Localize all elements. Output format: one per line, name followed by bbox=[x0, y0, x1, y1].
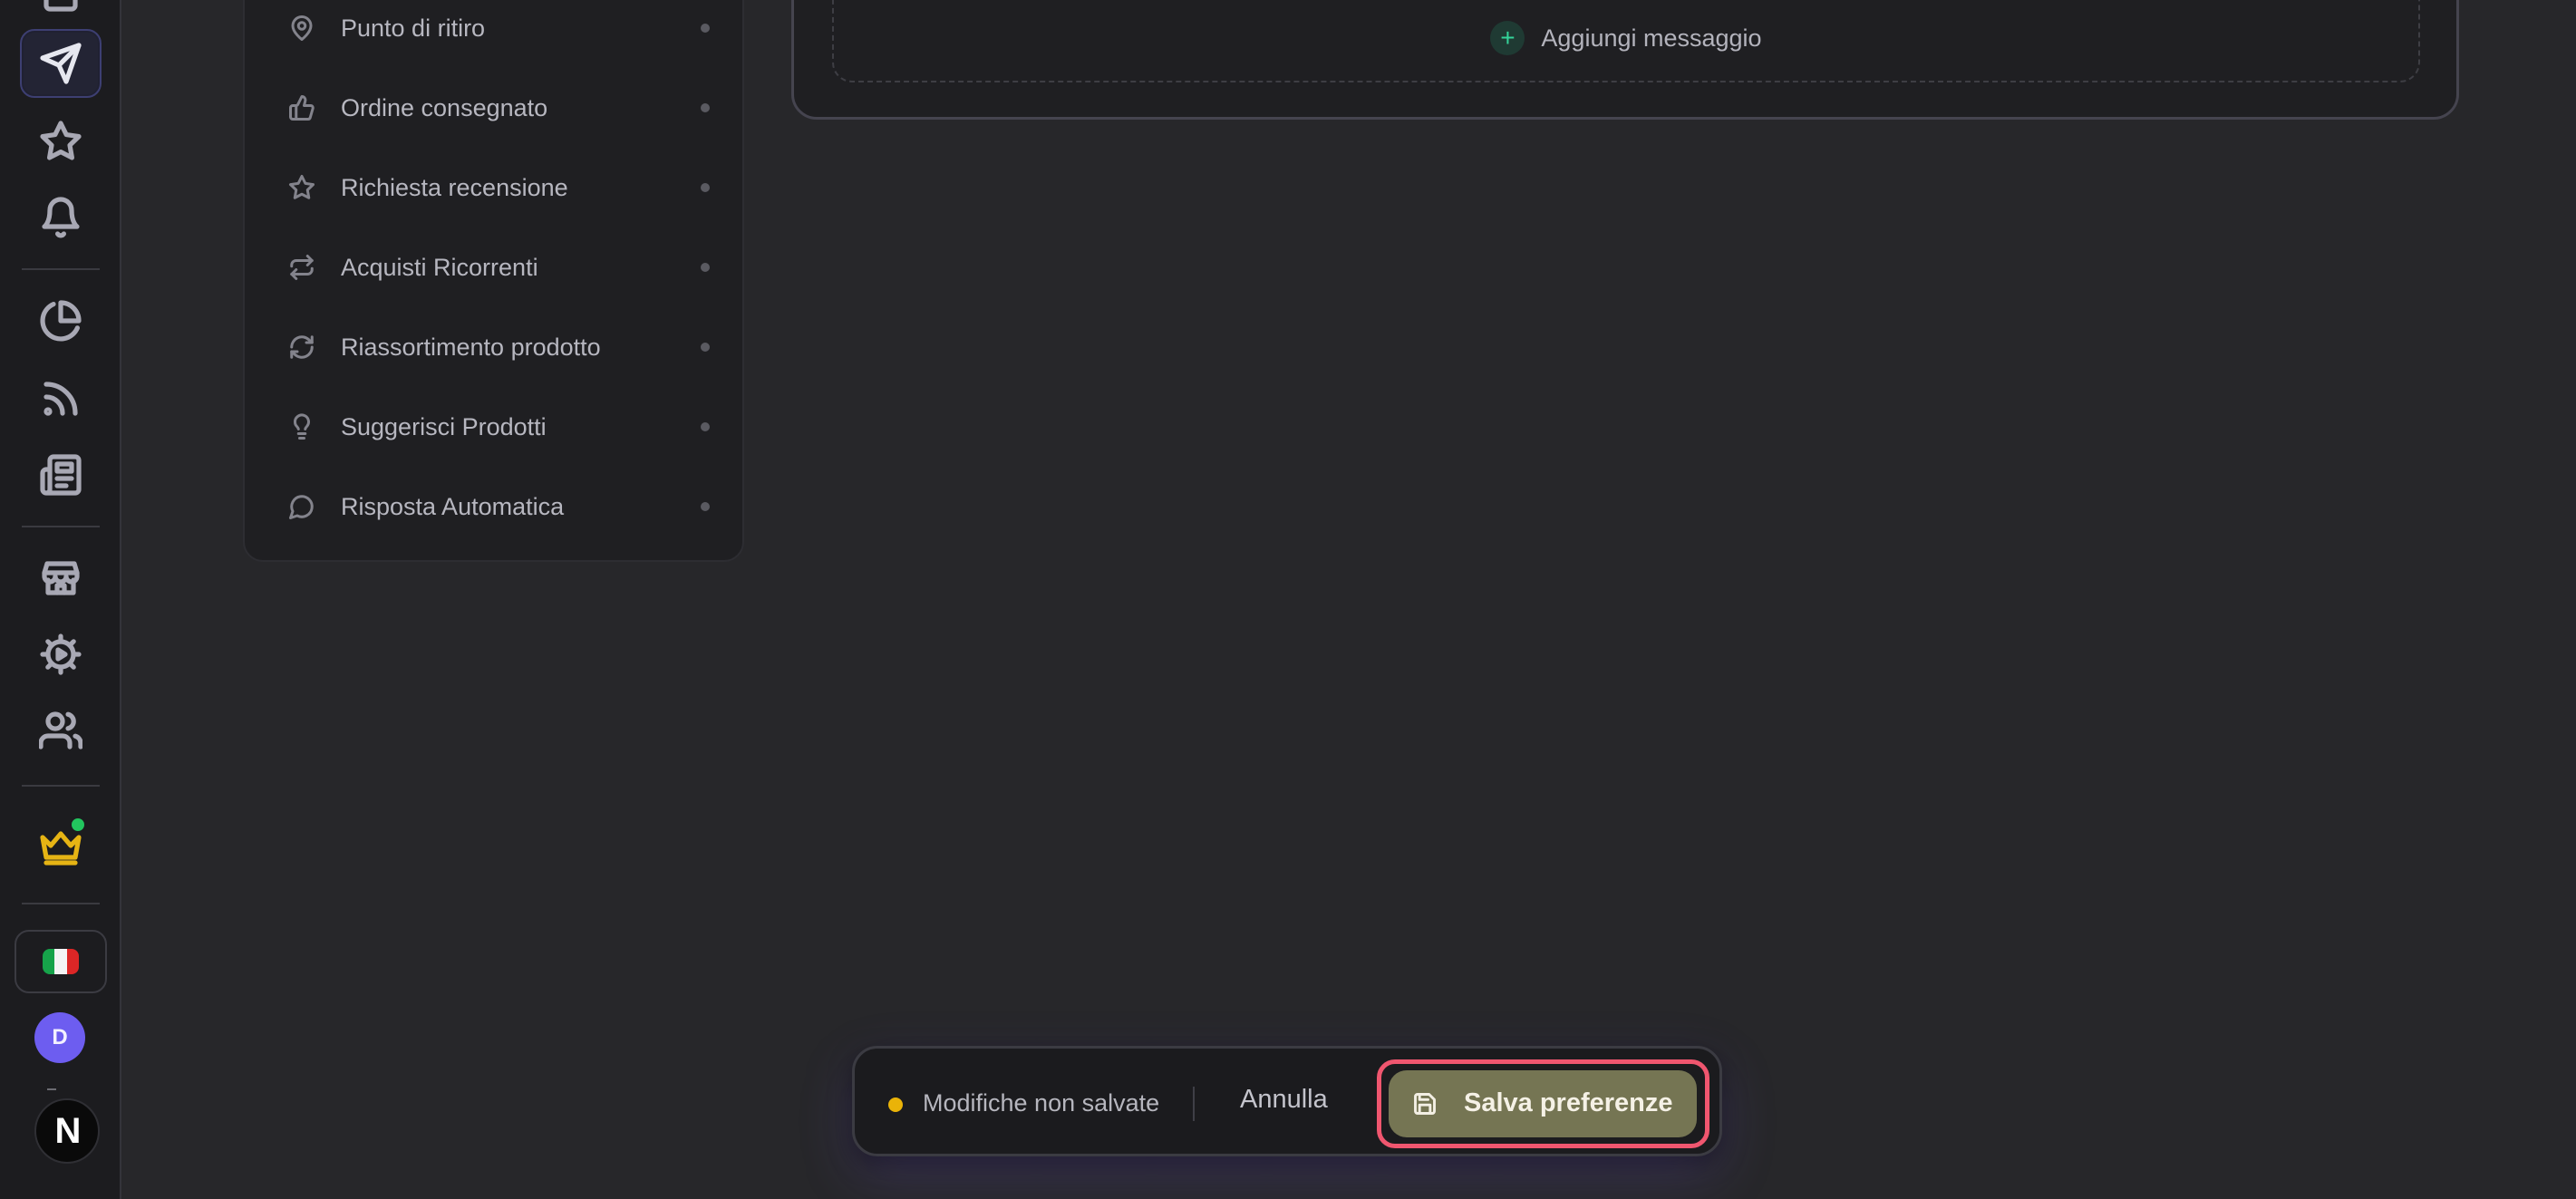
event-label: Punto di ritiro bbox=[341, 14, 486, 42]
add-message-label: Aggiungi messaggio bbox=[1541, 24, 1762, 52]
sidebar-divider bbox=[22, 785, 100, 787]
newspaper-icon[interactable] bbox=[20, 440, 102, 509]
event-status-dot bbox=[701, 24, 710, 33]
settings-play-icon[interactable] bbox=[20, 620, 102, 689]
event-label: Risposta Automatica bbox=[341, 492, 565, 520]
user-avatar[interactable]: D bbox=[34, 1012, 85, 1063]
event-status-dot bbox=[701, 263, 710, 272]
users-icon[interactable] bbox=[20, 696, 102, 765]
map-pin-icon bbox=[288, 15, 315, 42]
event-status-dot bbox=[701, 103, 710, 112]
event-label: Riassortimento prodotto bbox=[341, 333, 601, 361]
separator-mark bbox=[47, 1088, 56, 1094]
event-item-review-request[interactable]: Richiesta recensione bbox=[245, 156, 746, 219]
refresh-icon bbox=[288, 334, 315, 361]
crown-icon[interactable] bbox=[20, 812, 102, 881]
event-item-auto-reply[interactable]: Risposta Automatica bbox=[245, 475, 746, 538]
plus-icon: + bbox=[1490, 21, 1525, 55]
save-preferences-button[interactable]: Salva preferenze bbox=[1389, 1070, 1697, 1137]
sidebar-divider bbox=[22, 526, 100, 527]
save-icon bbox=[1412, 1091, 1438, 1117]
rss-icon[interactable] bbox=[20, 364, 102, 433]
store-icon[interactable] bbox=[20, 544, 102, 613]
star-icon bbox=[288, 174, 315, 201]
bell-icon[interactable] bbox=[20, 183, 102, 252]
cancel-button[interactable]: Annulla bbox=[1240, 1085, 1328, 1115]
message-circle-icon bbox=[288, 493, 315, 520]
event-item-product-restock[interactable]: Riassortimento prodotto bbox=[245, 315, 746, 379]
thumbs-up-icon bbox=[288, 94, 315, 121]
repeat-icon bbox=[288, 254, 315, 281]
event-status-dot bbox=[701, 343, 710, 352]
bar-divider bbox=[1193, 1087, 1195, 1121]
event-label: Richiesta recensione bbox=[341, 173, 568, 201]
unsaved-status-dot bbox=[888, 1097, 903, 1112]
status-online-dot bbox=[69, 816, 87, 834]
unsaved-changes-bar: Modifiche non salvate Annulla Salva pref… bbox=[852, 1046, 1722, 1156]
inbox-icon[interactable] bbox=[20, 0, 102, 29]
language-selector[interactable] bbox=[15, 930, 107, 993]
brand-logo[interactable]: N bbox=[34, 1098, 100, 1164]
messages-card: + Aggiungi messaggio bbox=[791, 0, 2459, 120]
sidebar-divider bbox=[22, 903, 100, 904]
event-item-recurring-purchases[interactable]: Acquisti Ricorrenti bbox=[245, 236, 746, 299]
event-item-pickup-point[interactable]: Punto di ritiro bbox=[245, 0, 746, 60]
italy-flag-icon bbox=[43, 949, 79, 974]
send-icon[interactable] bbox=[20, 29, 102, 98]
event-label: Suggerisci Prodotti bbox=[341, 412, 547, 440]
event-item-suggest-products[interactable]: Suggerisci Prodotti bbox=[245, 395, 746, 459]
events-panel: Punto di ritiro Ordine consegnato Richie… bbox=[243, 0, 744, 562]
event-status-dot bbox=[701, 502, 710, 511]
event-label: Ordine consegnato bbox=[341, 93, 548, 121]
event-status-dot bbox=[701, 422, 710, 431]
add-message-button[interactable]: + Aggiungi messaggio bbox=[832, 0, 2420, 82]
event-label: Acquisti Ricorrenti bbox=[341, 253, 538, 281]
event-item-order-delivered[interactable]: Ordine consegnato bbox=[245, 76, 746, 140]
sidebar-divider bbox=[22, 268, 100, 270]
lightbulb-icon bbox=[288, 413, 315, 440]
event-status-dot bbox=[701, 183, 710, 192]
star-icon[interactable] bbox=[20, 107, 102, 176]
sidebar-rail: D N bbox=[0, 0, 121, 1199]
unsaved-status-text: Modifiche non salvate bbox=[923, 1089, 1160, 1117]
pie-chart-icon[interactable] bbox=[20, 286, 102, 355]
save-button-label: Salva preferenze bbox=[1464, 1088, 1673, 1117]
